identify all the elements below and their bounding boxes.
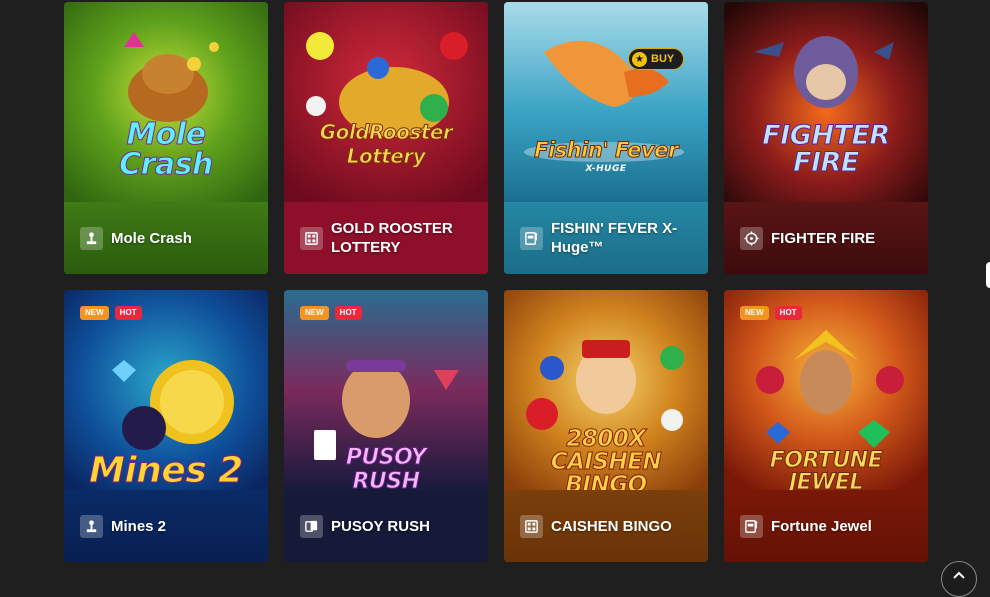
game-card-footer: FIGHTER FIRE: [724, 202, 928, 274]
joystick-icon: [80, 226, 103, 250]
game-card-caishen-bingo[interactable]: 2800X CAISHEN BINGO CAISHEN BINGO: [504, 290, 708, 562]
side-drawer-handle[interactable]: [986, 262, 990, 288]
game-logo: GoldRooster Lottery: [319, 120, 453, 169]
game-card-footer: Mole Crash: [64, 202, 268, 274]
new-badge: NEW: [740, 306, 769, 320]
buy-badge: ★ BUY: [628, 48, 684, 70]
game-card-footer: Mines 2: [64, 490, 268, 562]
game-logo: FORTUNE JEWEL: [769, 448, 883, 495]
new-badge: NEW: [80, 306, 109, 320]
slot-machine-icon: [740, 514, 763, 538]
game-art: [284, 2, 488, 202]
new-badge: NEW: [300, 306, 329, 320]
game-name: Fortune Jewel: [771, 517, 872, 535]
star-icon: ★: [632, 51, 647, 67]
game-logo: Mole Crash: [119, 117, 214, 182]
game-card-footer: GOLD ROOSTER LOTTERY: [284, 202, 488, 274]
game-card-fishin-fever[interactable]: ★ BUY Fishin' Fever X-HUGE FISHIN' FEVER…: [504, 2, 708, 274]
game-card-fortune-jewel[interactable]: NEW HOT FORTUNE JEWEL Fortune Jewel: [724, 290, 928, 562]
hot-badge: HOT: [114, 306, 142, 320]
game-name: FIGHTER FIRE: [771, 229, 876, 247]
lottery-icon: [520, 514, 543, 538]
game-card-fighter-fire[interactable]: FIGHTER FIRE FIGHTER FIRE: [724, 2, 928, 274]
game-logo: FIGHTER FIRE: [762, 120, 891, 178]
hot-badge: HOT: [774, 306, 802, 320]
game-card-mines-2[interactable]: NEW HOT Mines 2 Mines 2: [64, 290, 268, 562]
game-logo: 2800X CAISHEN BINGO: [550, 426, 662, 498]
buy-label: BUY: [651, 53, 675, 65]
game-logo: Fishin' Fever: [534, 138, 679, 163]
game-name: GOLD ROOSTER LOTTERY: [331, 220, 453, 256]
scroll-top-button[interactable]: [941, 561, 977, 597]
game-card-footer: PUSOY RUSH: [284, 490, 488, 562]
game-name: Mole Crash: [111, 229, 192, 247]
game-logo: Mines 2: [89, 450, 244, 491]
game-name: FISHIN' FEVER X-Huge™: [551, 220, 678, 256]
game-name: Mines 2: [111, 517, 167, 535]
game-name: PUSOY RUSH: [331, 517, 430, 535]
cards-icon: [300, 514, 323, 538]
game-card-gold-rooster-lottery[interactable]: GoldRooster Lottery GOLD ROOSTER LOTTERY: [284, 2, 488, 274]
game-card-footer: FISHIN' FEVER X-Huge™: [504, 202, 708, 274]
lottery-icon: [300, 226, 323, 250]
hot-badge: HOT: [334, 306, 362, 320]
game-logo-subtitle: X-HUGE: [585, 164, 627, 174]
game-logo: PUSOY RUSH: [345, 445, 427, 494]
game-card-footer: Fortune Jewel: [724, 490, 928, 562]
badge-group: NEW HOT: [740, 306, 802, 320]
joystick-icon: [80, 514, 103, 538]
game-card-pusoy-rush[interactable]: NEW HOT PUSOY RUSH PUSOY RUSH: [284, 290, 488, 562]
crosshair-icon: [740, 226, 763, 250]
game-name: CAISHEN BINGO: [551, 517, 672, 535]
game-card-footer: CAISHEN BINGO: [504, 490, 708, 562]
slot-machine-icon: [520, 226, 543, 250]
badge-group: NEW HOT: [300, 306, 362, 320]
badge-group: NEW HOT: [80, 306, 142, 320]
game-card-mole-crash[interactable]: Mole Crash Mole Crash: [64, 2, 268, 274]
